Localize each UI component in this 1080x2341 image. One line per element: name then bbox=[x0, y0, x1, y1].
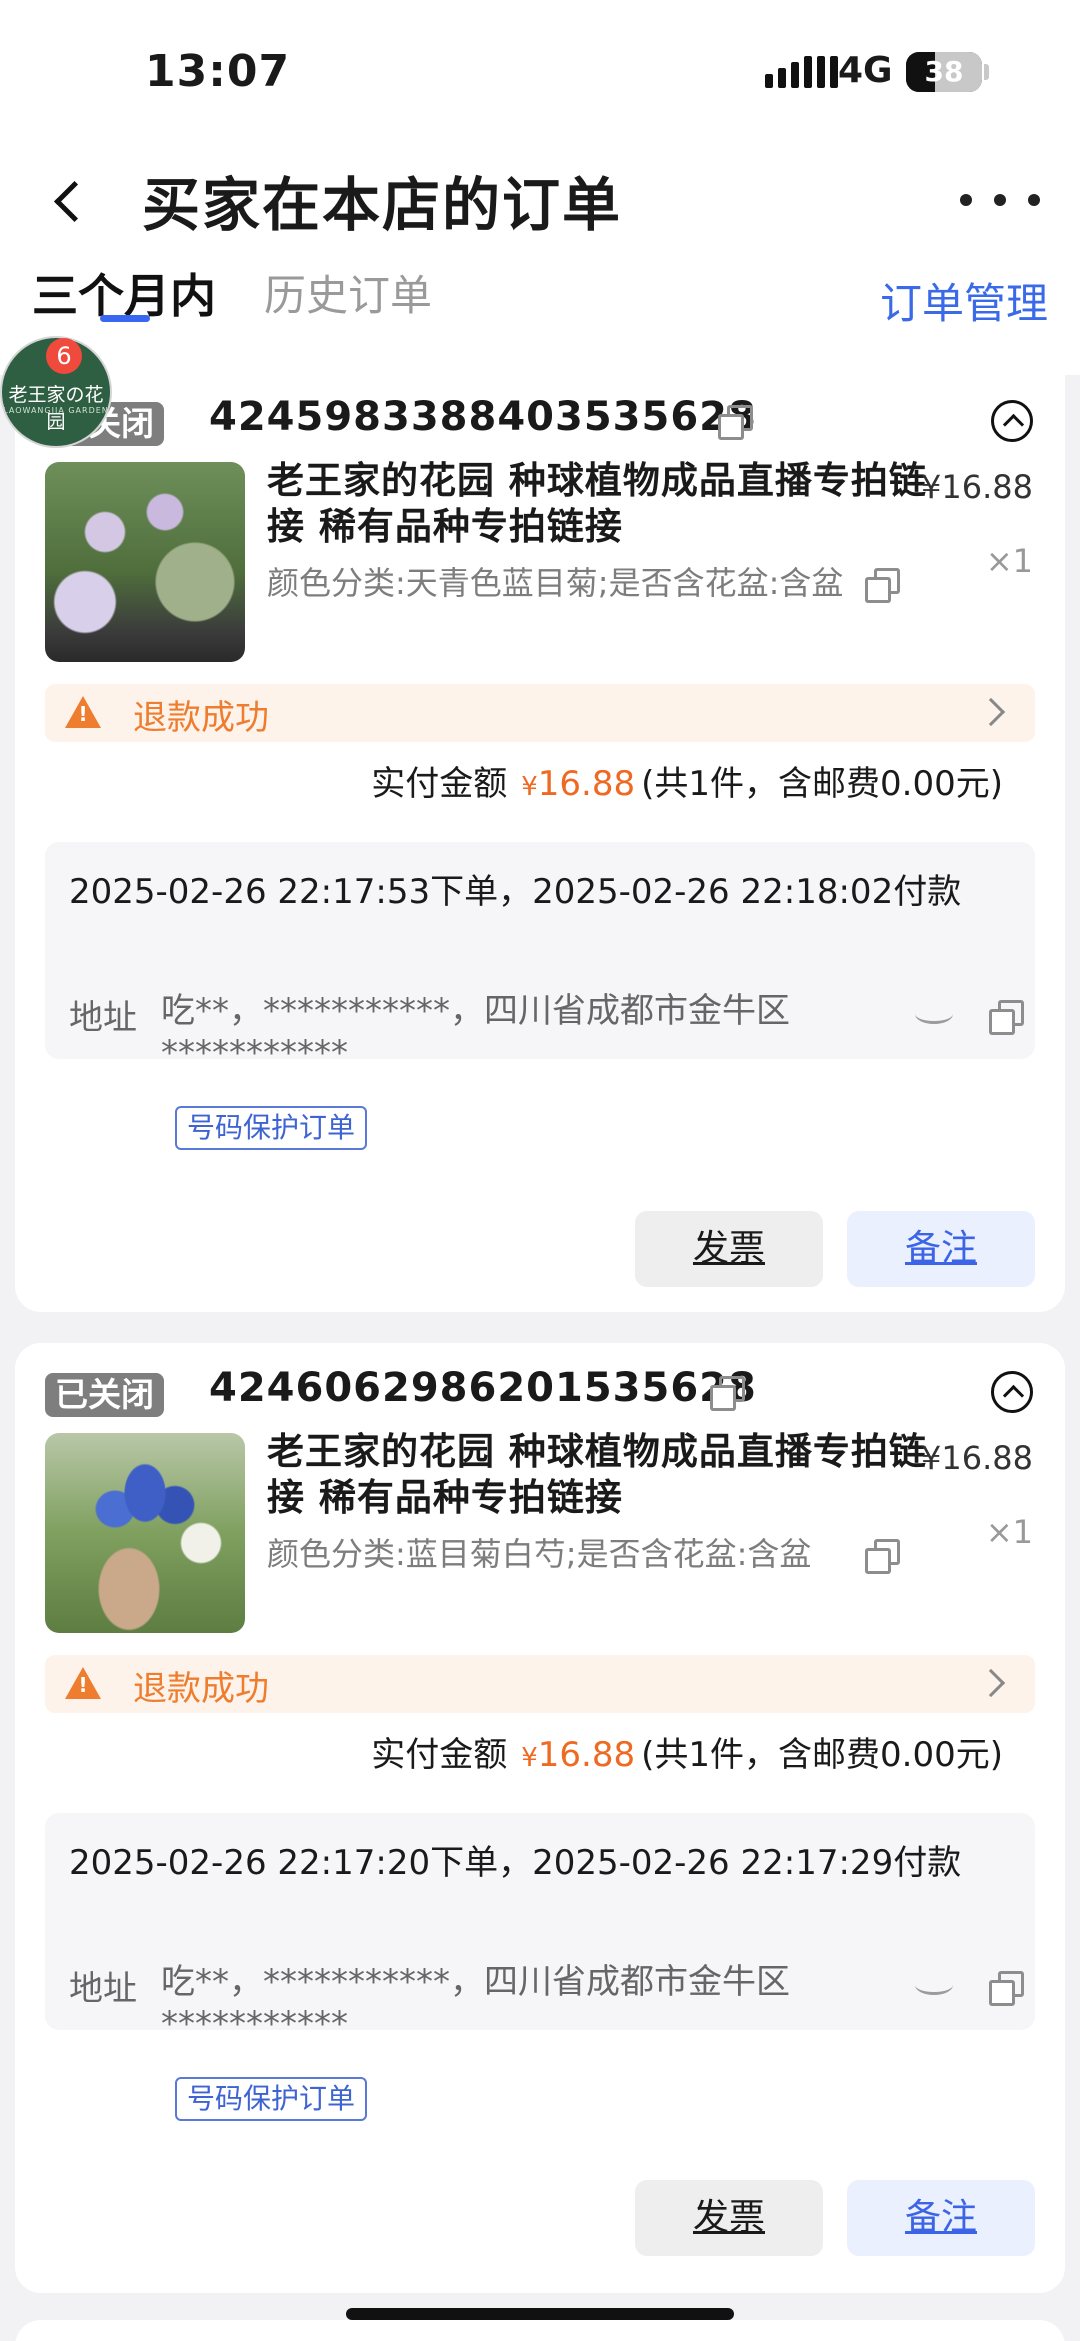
warning-icon bbox=[65, 696, 101, 728]
product-title[interactable]: 老王家的花园 种球植物成品直播专拍链接 稀有品种专拍链接 bbox=[267, 1429, 927, 1521]
page-title: 买家在本店的订单 bbox=[142, 171, 623, 239]
address-label: 地址 bbox=[69, 998, 137, 1038]
order-number: 4245983388403535628 bbox=[209, 394, 757, 440]
number-protection-tag: 号码保护订单 bbox=[175, 1106, 368, 1150]
order-info-box: 2025-02-26 22:17:53下单，2025-02-26 22:18:0… bbox=[45, 842, 1035, 1150]
copy-icon[interactable] bbox=[710, 1376, 745, 1411]
pay-currency: ¥ bbox=[521, 772, 538, 802]
order-card: 已关闭 4245983388403535628 老王家的花园 种球植物成品直播专… bbox=[15, 372, 1065, 1312]
battery-level: 38 bbox=[924, 55, 964, 88]
order-card-next bbox=[15, 2320, 1065, 2341]
home-indicator[interactable] bbox=[346, 2308, 734, 2320]
more-icon[interactable] bbox=[960, 170, 1040, 230]
copy-icon[interactable] bbox=[718, 405, 753, 440]
network-label: 4G bbox=[838, 50, 893, 91]
order-manage-link[interactable]: 订单管理 bbox=[880, 270, 1048, 331]
payment-summary: 实付金额 ¥16.88 (共1件，含邮费0.00元) bbox=[371, 756, 1003, 805]
invoice-button[interactable]: 发票 bbox=[635, 2180, 823, 2256]
copy-spec-icon[interactable] bbox=[865, 568, 900, 603]
refund-status-text: 退款成功 bbox=[133, 1669, 269, 1709]
address-text: 吃**，***********，四川省成都市金牛区*********** bbox=[161, 1962, 790, 2044]
battery-icon: 38 bbox=[906, 52, 982, 92]
number-protection-tag: 号码保护订单 bbox=[175, 2077, 368, 2121]
copy-address-icon[interactable] bbox=[989, 1971, 1024, 2006]
product-price: ¥16.88 bbox=[921, 468, 1033, 506]
refund-status-bar[interactable]: 退款成功 bbox=[45, 1655, 1035, 1713]
invoice-button[interactable]: 发票 bbox=[635, 1211, 823, 1287]
pay-label: 实付金额 bbox=[371, 764, 508, 804]
product-title[interactable]: 老王家的花园 种球植物成品直播专拍链接 稀有品种专拍链接 bbox=[267, 458, 927, 550]
screen: 13:07 4G 38 买家在本店的订单 三个月内 历史订单 订单管理 老王家の… bbox=[0, 0, 1080, 2341]
address-text: 吃**，***********，四川省成都市金牛区*********** bbox=[161, 991, 790, 1073]
warning-icon bbox=[65, 1667, 101, 1699]
shop-count-badge: 6 bbox=[46, 338, 82, 374]
order-time-text: 2025-02-26 22:17:53下单，2025-02-26 22:18:0… bbox=[69, 872, 962, 912]
pay-amount: 16.88 bbox=[537, 764, 636, 804]
pay-detail: (共1件，含邮费0.00元) bbox=[641, 1735, 1003, 1775]
pay-label: 实付金额 bbox=[371, 1735, 508, 1775]
order-info-box: 2025-02-26 22:17:20下单，2025-02-26 22:17:2… bbox=[45, 1813, 1035, 2121]
pay-detail: (共1件，含邮费0.00元) bbox=[641, 764, 1003, 804]
nav-bar: 买家在本店的订单 bbox=[0, 140, 1080, 260]
copy-address-icon[interactable] bbox=[989, 1000, 1024, 1035]
order-status-tag: 已关闭 bbox=[45, 1373, 164, 1417]
signal-icon bbox=[765, 56, 838, 88]
chevron-right-icon bbox=[976, 1668, 1006, 1698]
pay-currency: ¥ bbox=[521, 1743, 538, 1773]
refund-status-text: 退款成功 bbox=[133, 698, 269, 738]
product-quantity: ×1 bbox=[985, 542, 1033, 580]
tab-indicator bbox=[100, 315, 150, 322]
pay-amount: 16.88 bbox=[537, 1735, 636, 1775]
product-image[interactable] bbox=[45, 462, 245, 662]
eye-closed-icon[interactable] bbox=[915, 1004, 953, 1024]
order-number: 4246062986201535628 bbox=[209, 1365, 757, 1411]
refund-status-bar[interactable]: 退款成功 bbox=[45, 684, 1035, 742]
shop-logo-subtext: LAOWANGJIA GARDEN bbox=[3, 406, 109, 415]
product-quantity: ×1 bbox=[985, 1513, 1033, 1551]
status-bar: 13:07 4G 38 bbox=[0, 0, 1080, 140]
product-price: ¥16.88 bbox=[921, 1439, 1033, 1477]
order-card: 已关闭 4246062986201535628 老王家的花园 种球植物成品直播专… bbox=[15, 1343, 1065, 2293]
address-label: 地址 bbox=[69, 1969, 137, 2009]
collapse-icon[interactable] bbox=[991, 1371, 1033, 1413]
chevron-right-icon bbox=[976, 697, 1006, 727]
tab-bar: 三个月内 历史订单 订单管理 bbox=[0, 260, 1080, 375]
product-spec: 颜色分类:蓝目菊白芍;是否含花盆:含盆 bbox=[267, 1535, 812, 1573]
back-arrow-icon[interactable] bbox=[42, 165, 102, 235]
tab-history-orders[interactable]: 历史订单 bbox=[264, 262, 432, 323]
status-time: 13:07 bbox=[145, 46, 291, 97]
copy-spec-icon[interactable] bbox=[865, 1539, 900, 1574]
order-time-text: 2025-02-26 22:17:20下单，2025-02-26 22:17:2… bbox=[69, 1843, 962, 1883]
product-image[interactable] bbox=[45, 1433, 245, 1633]
note-button[interactable]: 备注 bbox=[847, 1211, 1035, 1287]
product-spec: 颜色分类:天青色蓝目菊;是否含花盆:含盆 bbox=[267, 564, 844, 602]
note-button[interactable]: 备注 bbox=[847, 2180, 1035, 2256]
collapse-icon[interactable] bbox=[991, 400, 1033, 442]
battery-cap bbox=[984, 64, 989, 80]
eye-closed-icon[interactable] bbox=[915, 1975, 953, 1995]
payment-summary: 实付金额 ¥16.88 (共1件，含邮费0.00元) bbox=[371, 1727, 1003, 1776]
